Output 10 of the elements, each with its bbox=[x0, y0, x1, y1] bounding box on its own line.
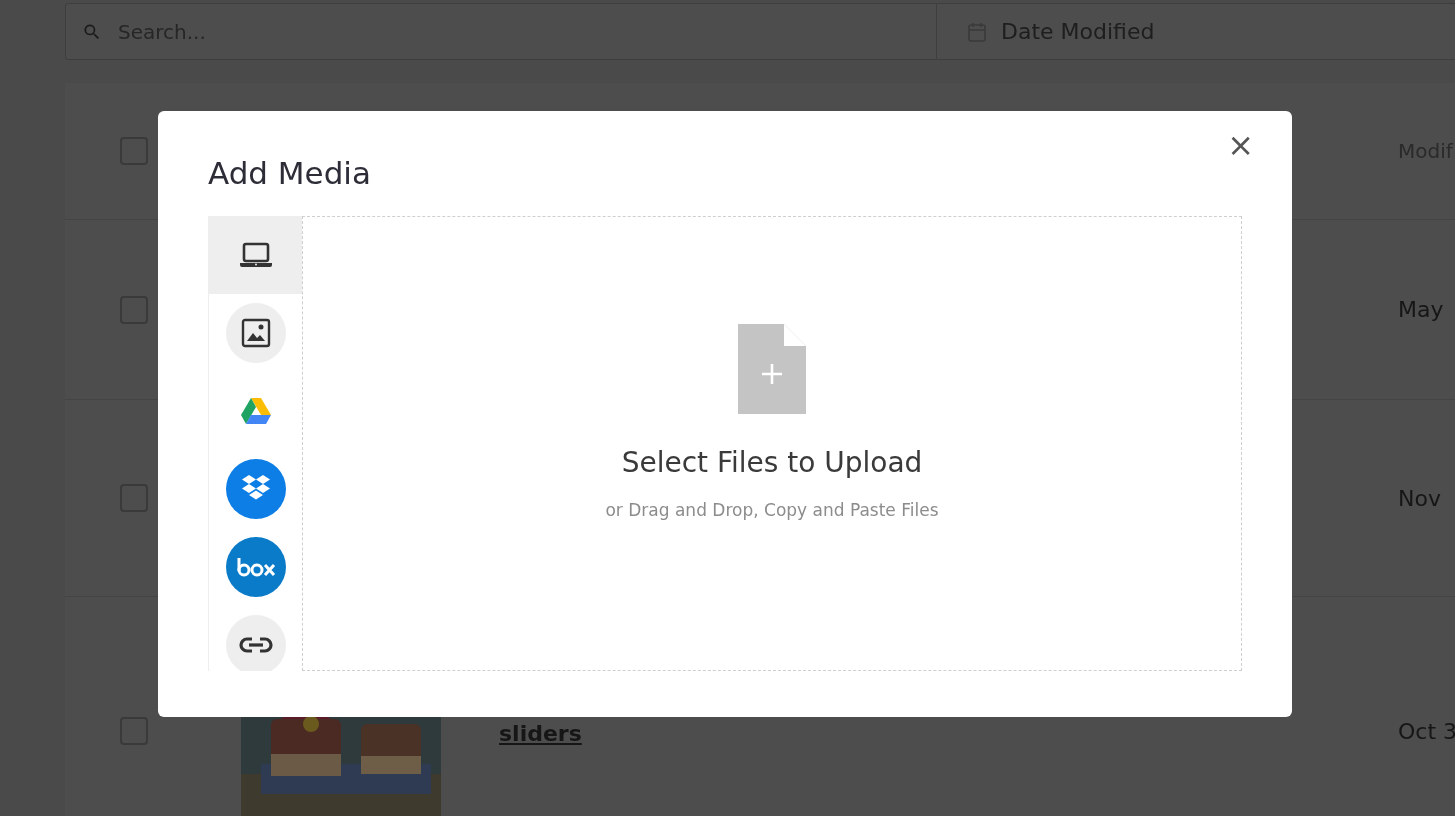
dialog-title: Add Media bbox=[208, 155, 372, 193]
upload-title: Select Files to Upload bbox=[621, 444, 923, 481]
date-text: May bbox=[1398, 296, 1444, 324]
laptop-icon bbox=[238, 241, 273, 270]
source-tab[interactable] bbox=[209, 216, 302, 295]
triangle-logo-icon bbox=[239, 397, 272, 426]
close-button[interactable]: × bbox=[1223, 129, 1258, 161]
add-file-icon bbox=[738, 323, 806, 414]
upload-drop-zone[interactable]: Select Files to Upload or Drag and Drop, Copy and Paste Files bbox=[302, 216, 1242, 672]
upload-hint: or Drag and Drop, Copy and Paste Files bbox=[605, 498, 939, 522]
